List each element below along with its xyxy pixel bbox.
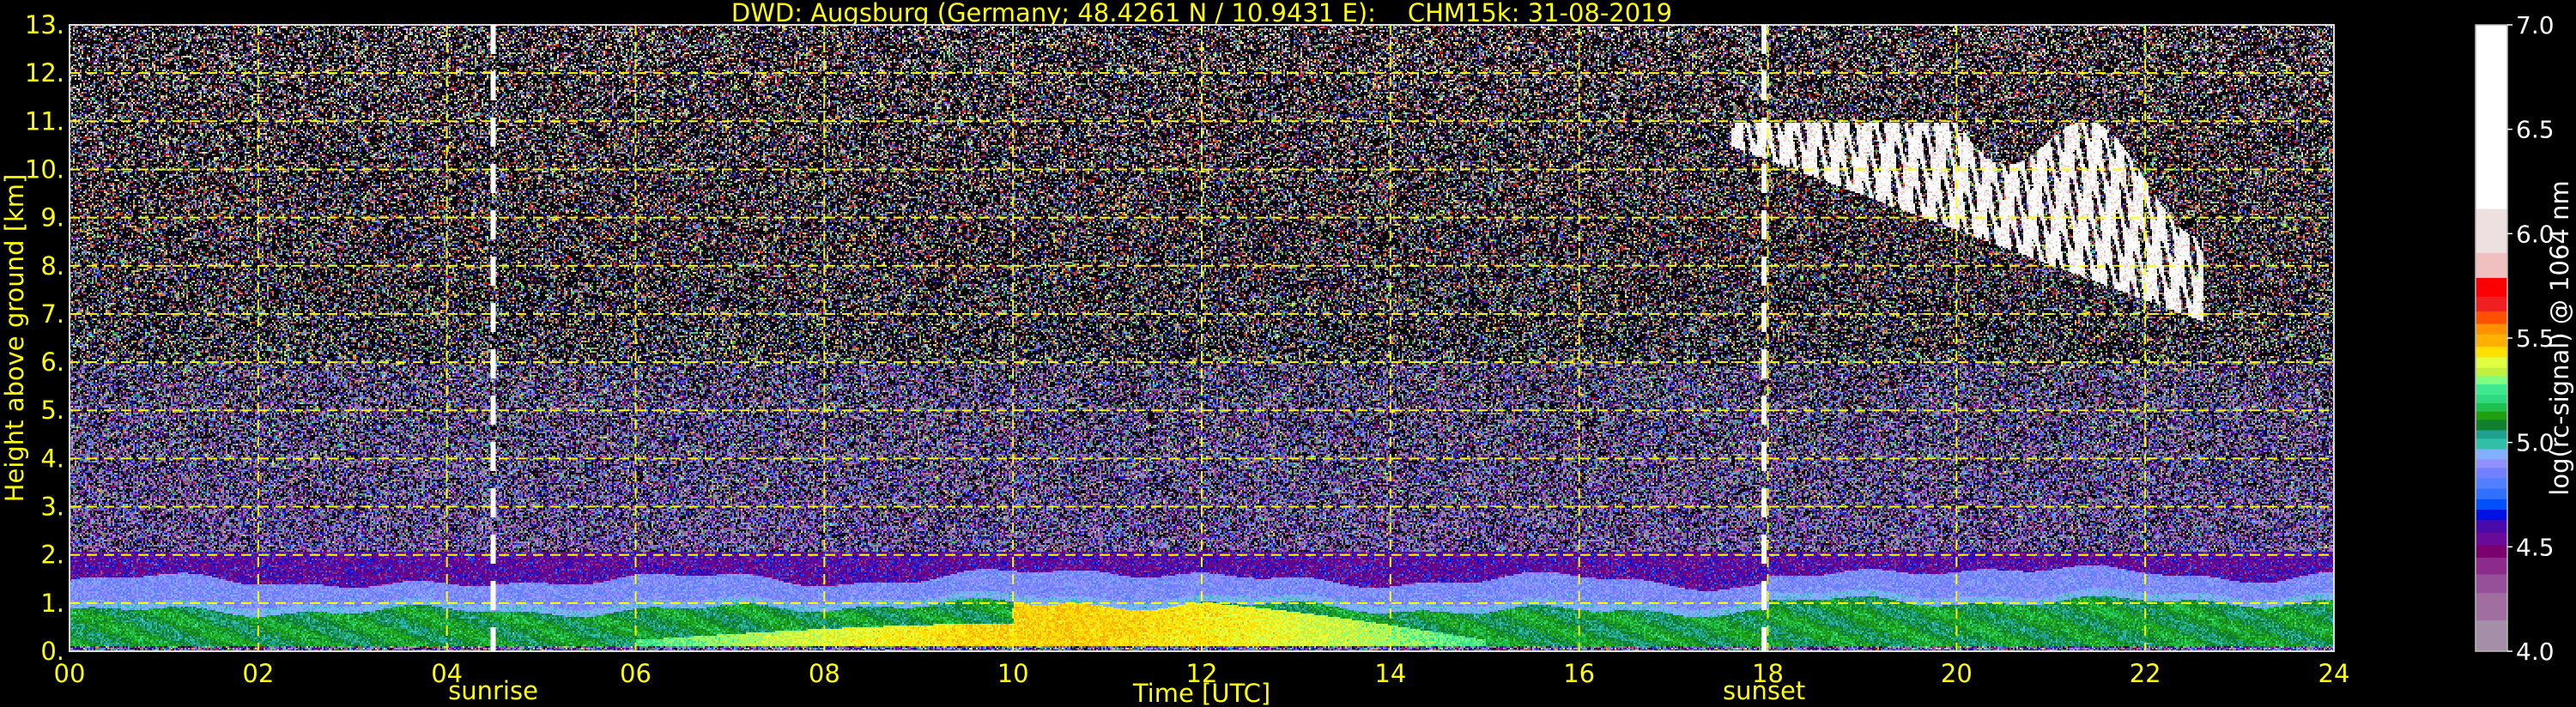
colorbar-label: log(rc-signal) @ 1064 nm: [2545, 180, 2574, 495]
x-tick-label: 24: [2318, 659, 2350, 688]
colorbar-segment: [2476, 619, 2507, 652]
colorbar-segment: [2476, 419, 2507, 431]
x-tick-label: 10: [997, 659, 1029, 688]
colorbar-segment: [2476, 488, 2507, 499]
y-tick-label: 6.: [40, 347, 64, 377]
colorbar-tick-label: 6.5: [2516, 116, 2555, 144]
colorbar-segment: [2476, 375, 2507, 385]
colorbar-segment: [2476, 411, 2507, 420]
x-tick-label: 08: [809, 659, 840, 688]
colorbar-segment: [2476, 208, 2507, 253]
x-tick-label: 00: [54, 659, 86, 688]
colorbar-segment: [2476, 346, 2507, 358]
x-tick-label: 22: [2130, 659, 2161, 688]
colorbar-segment: [2476, 430, 2507, 439]
colorbar-segment: [2476, 25, 2507, 209]
colorbar-segment: [2476, 367, 2507, 377]
x-tick-label: 02: [242, 659, 274, 688]
colorbar-segment: [2476, 394, 2507, 403]
y-tick-label: 7.: [40, 299, 64, 329]
y-tick-label: 4.: [40, 444, 64, 473]
colorbar-segment: [2476, 356, 2507, 368]
y-tick-label: 11.: [25, 106, 64, 136]
colorbar-segment: [2476, 277, 2507, 297]
colorbar-segment: [2476, 448, 2507, 460]
sunrise-label: sunrise: [448, 676, 538, 705]
colorbar-segment: [2476, 532, 2507, 546]
colorbar-segment: [2476, 311, 2507, 324]
colorbar-tick-label: 4.5: [2516, 533, 2555, 561]
y-tick-label: 9.: [40, 203, 64, 233]
y-tick-label: 13.: [25, 10, 64, 39]
colorbar-segment: [2476, 402, 2507, 412]
x-tick-label: 20: [1941, 659, 1973, 688]
colorbar-segment: [2476, 519, 2507, 533]
colorbar-tick-label: 4.0: [2516, 638, 2555, 666]
colorbar-segment: [2476, 592, 2507, 620]
colorbar-tick-label: 7.0: [2516, 11, 2555, 39]
x-tick-label: 14: [1374, 659, 1406, 688]
colorbar-segment: [2476, 509, 2507, 521]
colorbar-segment: [2476, 296, 2507, 311]
colorbar-segment: [2476, 334, 2507, 347]
y-tick-label: 2.: [40, 541, 64, 570]
sunset-label: sunset: [1723, 676, 1805, 705]
colorbar-segment: [2476, 478, 2507, 489]
colorbar-segment: [2476, 573, 2507, 594]
y-axis-label: Height above ground [km]: [0, 174, 29, 503]
colorbar-segment: [2476, 323, 2507, 335]
colorbar-segment: [2476, 438, 2507, 450]
y-tick-label: 1.: [40, 589, 64, 618]
y-tick-label: 12.: [25, 58, 64, 88]
colorbar-segment: [2476, 384, 2507, 396]
colorbar-segment: [2476, 499, 2507, 511]
y-tick-label: 5.: [40, 396, 64, 425]
colorbar-segment: [2476, 544, 2507, 558]
colorbar-segment: [2476, 557, 2507, 575]
x-axis-label: Time [UTC]: [1132, 679, 1270, 707]
colorbar-segment: [2476, 459, 2507, 468]
x-tick-label: 16: [1563, 659, 1595, 688]
colorbar-segment: [2476, 252, 2507, 278]
x-tick-label: 06: [620, 659, 652, 688]
chart-overlay: 0.1.2.3.4.5.6.7.8.9.10.11.12.13.00 02 04 06…: [0, 10, 2574, 707]
y-tick-label: 3.: [40, 492, 64, 522]
colorbar-segment: [2476, 467, 2507, 479]
y-tick-label: 8.: [40, 251, 64, 281]
y-tick-label: 10.: [25, 154, 64, 184]
